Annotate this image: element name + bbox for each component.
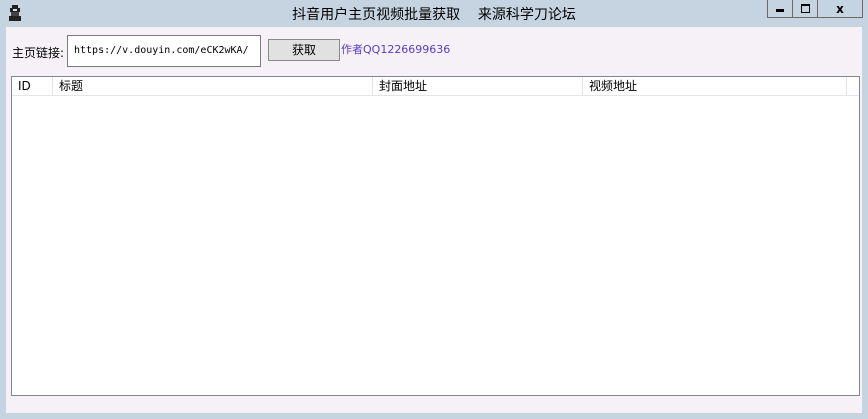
- title-bar[interactable]: 抖音用户主页视频批量获取 来源科学刀论坛 x: [0, 0, 868, 27]
- results-list[interactable]: ID 标题 封面地址 视频地址: [11, 76, 860, 396]
- fetch-button[interactable]: 获取: [268, 39, 340, 61]
- list-body[interactable]: [12, 96, 859, 396]
- column-header-id[interactable]: ID: [12, 77, 53, 95]
- window-title: 抖音用户主页视频批量获取 来源科学刀论坛: [292, 7, 576, 23]
- app-window: 抖音用户主页视频批量获取 来源科学刀论坛 x 主页链接: https://v.d…: [0, 0, 868, 419]
- url-label: 主页链接:: [12, 46, 65, 60]
- column-header-cover-url[interactable]: 封面地址: [373, 77, 583, 95]
- close-icon: x: [836, 1, 844, 16]
- client-area: 主页链接: https://v.douyin.com/eCK2wKA/ 获取 作…: [6, 27, 862, 413]
- minimize-button[interactable]: [767, 0, 793, 18]
- url-input[interactable]: https://v.douyin.com/eCK2wKA/: [67, 35, 261, 67]
- column-header-title[interactable]: 标题: [53, 77, 373, 95]
- maximize-icon: [800, 4, 810, 13]
- author-contact-label: 作者QQ1226699636: [341, 43, 451, 56]
- list-header: ID 标题 封面地址 视频地址: [12, 77, 859, 96]
- column-header-video-url[interactable]: 视频地址: [583, 77, 847, 95]
- minimize-icon: [776, 9, 784, 12]
- window-controls: x: [767, 0, 863, 18]
- close-button[interactable]: x: [817, 0, 863, 18]
- maximize-button[interactable]: [792, 0, 818, 18]
